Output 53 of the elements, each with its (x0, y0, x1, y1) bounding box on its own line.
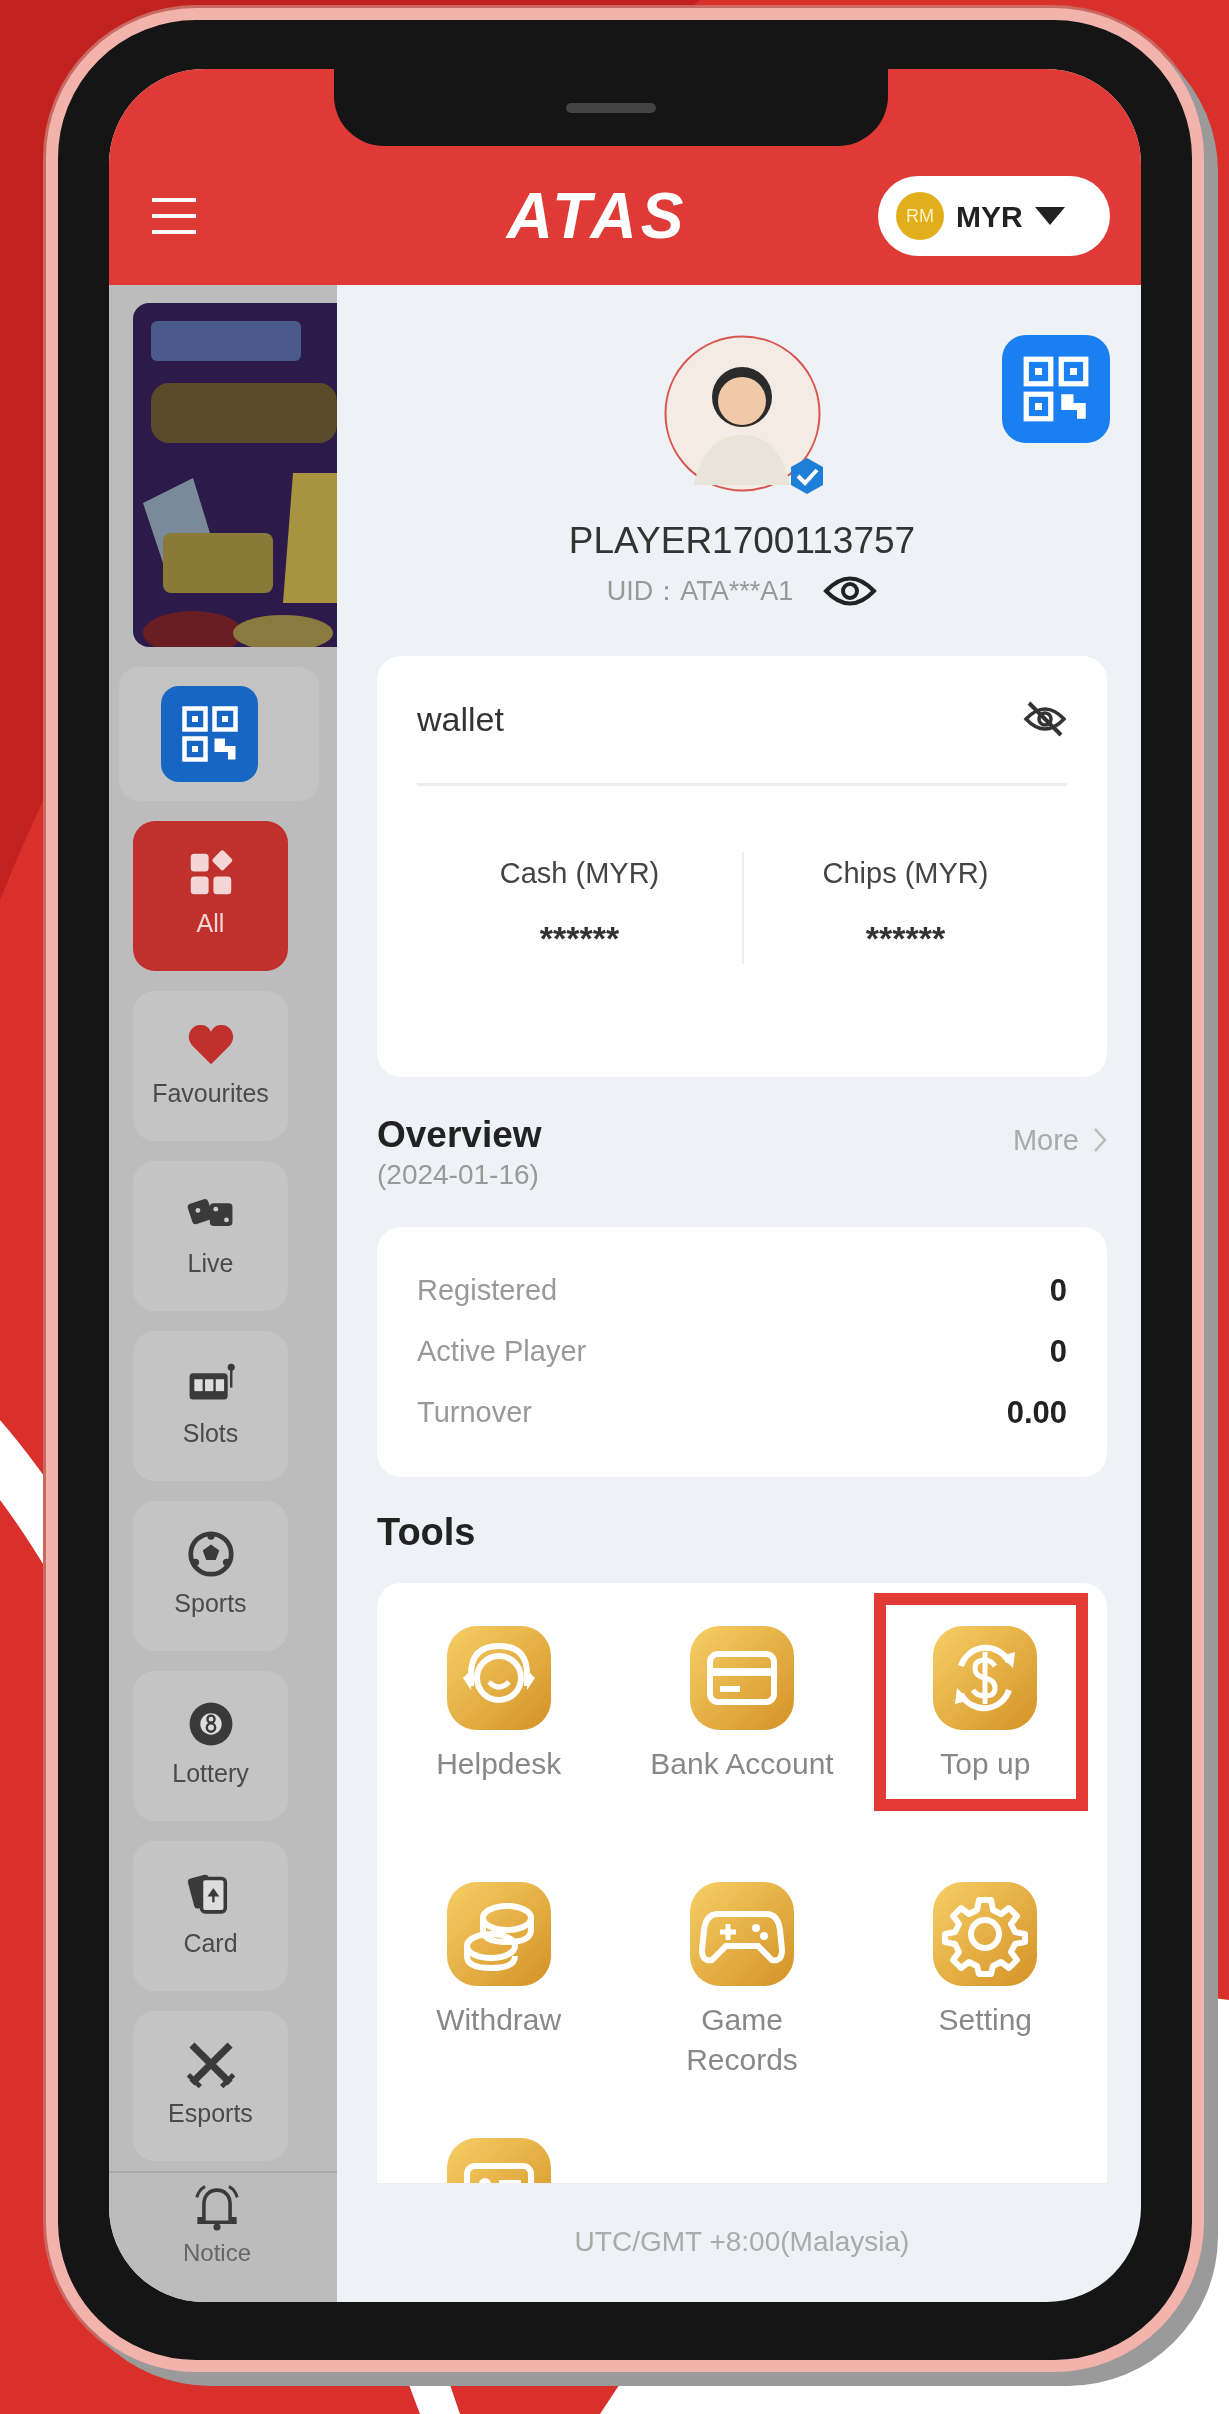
stat-label: Active Player (417, 1334, 587, 1370)
crossed-swords-icon (185, 2039, 236, 2090)
stat-value: 0 (1049, 1332, 1067, 1371)
user-id: UID：ATA***A1 (606, 575, 794, 608)
app-logo: ATAS (506, 179, 688, 254)
currency-code: MYR (956, 198, 1023, 235)
qr-code-button[interactable] (161, 686, 258, 782)
timezone-text: UTC/GMT +8:00(Malaysia) (573, 2225, 911, 2260)
category-tab[interactable]: Sports (133, 1501, 288, 1651)
wallet-title: wallet (417, 698, 504, 740)
section-title: Overview (377, 1112, 542, 1157)
stat-value: 0 (1049, 1271, 1067, 1310)
gear-icon (933, 1881, 1038, 1986)
tool-button[interactable]: Top up (933, 1625, 1038, 1784)
coins-icon (446, 1881, 551, 1986)
chevron-right-icon (1093, 1127, 1107, 1154)
category-tab[interactable]: Esports (133, 2011, 288, 2161)
balance-label: Cash (MYR) (499, 855, 660, 891)
username: PLAYER1700113757 (568, 519, 916, 563)
currency-selector[interactable]: RM MYR (878, 176, 1110, 256)
category-tab[interactable]: All (133, 821, 288, 971)
gamepad-icon (690, 1881, 794, 1986)
notice-button[interactable]: Notice (157, 2183, 277, 2279)
overview-date: (2024-01-16) (377, 1157, 540, 1192)
eye-slash-icon[interactable] (1023, 699, 1067, 739)
tool-button[interactable]: Helpdesk (436, 1625, 562, 1784)
credit-card-icon (690, 1625, 794, 1730)
stat-label: Turnover (417, 1395, 532, 1431)
qr-code-button[interactable] (1002, 335, 1110, 443)
qr-code-icon (1021, 354, 1091, 424)
dollar-exchange-icon (933, 1625, 1038, 1730)
caret-icon (1034, 207, 1065, 225)
balance-value: ****** (865, 918, 946, 959)
balance-label: Chips (MYR) (822, 855, 989, 891)
balance-value: ****** (539, 918, 620, 959)
qr-code-icon (179, 704, 240, 764)
category-tab[interactable]: Slots (133, 1331, 288, 1481)
soccer-ball-icon (185, 1529, 236, 1580)
currency-coin: RM (896, 192, 944, 240)
category-tab[interactable]: Favourites (133, 991, 288, 1141)
headset-icon (446, 1625, 551, 1730)
tool-button[interactable]: Setting (933, 1881, 1038, 2040)
category-tab[interactable]: Lottery (133, 1671, 288, 1821)
section-title: Tools (377, 1509, 477, 1555)
stat-value: 0.00 (1006, 1393, 1067, 1432)
category-tab[interactable]: Live (133, 1161, 288, 1311)
tool-button[interactable]: Bank Account (650, 1625, 834, 1784)
tool-button[interactable]: Game Records (657, 1881, 827, 2080)
menu-icon[interactable] (152, 198, 196, 234)
bell-icon (192, 2183, 242, 2233)
category-tab[interactable]: Card (133, 1841, 288, 1991)
tool-button[interactable]: Withdraw (436, 1881, 562, 2040)
stat-label: Registered (417, 1273, 558, 1309)
